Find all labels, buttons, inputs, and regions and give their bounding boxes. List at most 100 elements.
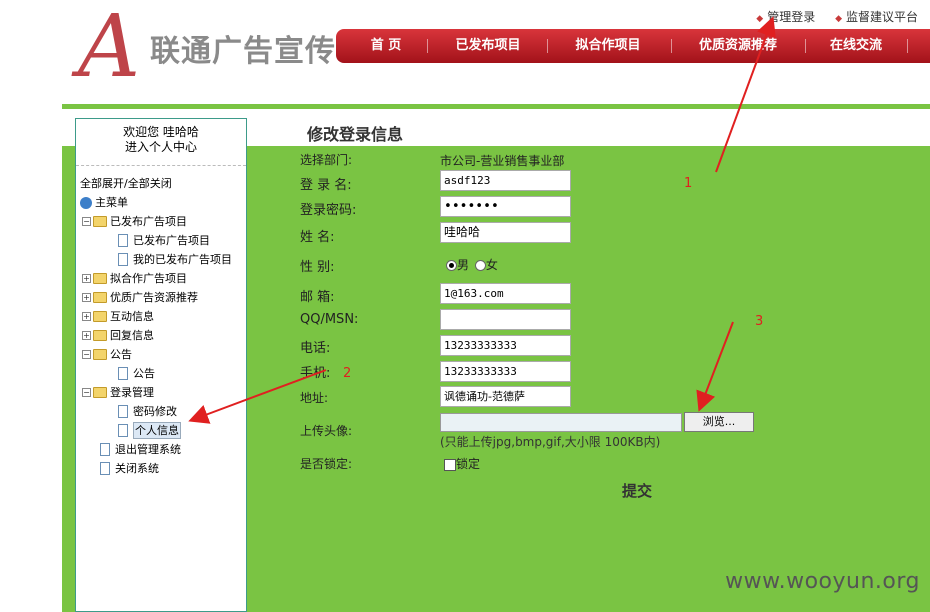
nav-divider: [907, 39, 908, 53]
username-field[interactable]: asdf123: [440, 170, 571, 191]
gender-male-label: 男: [457, 258, 470, 272]
nav-resources[interactable]: 优质资源推荐: [682, 29, 794, 63]
department-label: 选择部门:: [300, 153, 353, 167]
expand-collapse-toggle[interactable]: 全部展开/全部关闭: [80, 174, 246, 193]
site-logo: A 联通广告宣传: [78, 2, 338, 92]
phone-label: 电话:: [300, 341, 331, 356]
tree-root[interactable]: 主菜单: [80, 193, 246, 212]
sidebar-item-logout[interactable]: 退出管理系统: [80, 440, 246, 459]
sidebar-item-change-password[interactable]: 密码修改: [80, 402, 246, 421]
sidebar-item-announcement[interactable]: 公告: [80, 364, 246, 383]
password-field[interactable]: •••••••: [440, 196, 571, 217]
globe-icon: [80, 196, 92, 209]
sidebar-item-replies[interactable]: + 回复信息: [80, 326, 246, 345]
watermark: www.wooyun.org: [725, 569, 920, 594]
avatar-label: 上传头像:: [300, 424, 353, 438]
sidebar-item-my-published-ads[interactable]: 我的已发布广告项目: [80, 250, 246, 269]
annotation-2: 2: [343, 366, 352, 381]
nav-divider: [547, 39, 548, 53]
sidebar-item-login-management[interactable]: − 登录管理: [80, 383, 246, 402]
annotation-1: 1: [684, 176, 693, 191]
mobile-label: 手机:: [300, 366, 331, 381]
sidebar-item-published-ads-list[interactable]: 已发布广告项目: [80, 231, 246, 250]
sidebar-item-close-system[interactable]: 关闭系统: [80, 459, 246, 478]
mobile-field[interactable]: 13233333333: [440, 361, 571, 382]
gender-male-radio[interactable]: [446, 260, 457, 271]
page-title: 修改登录信息: [307, 125, 404, 144]
avatar-file-path[interactable]: [440, 413, 682, 432]
nav-divider: [427, 39, 428, 53]
gender-group: 男 女: [446, 256, 498, 273]
page-icon: [100, 443, 110, 456]
folder-open-icon: [93, 387, 107, 398]
page-icon: [100, 462, 110, 475]
nav-cooperation[interactable]: 拟合作项目: [558, 29, 658, 63]
folder-icon: [93, 330, 107, 341]
department-value: 市公司-营业销售事业部: [440, 154, 565, 168]
email-label: 邮 箱:: [300, 290, 335, 305]
nav-home[interactable]: 首 页: [350, 29, 422, 63]
minus-icon: −: [82, 388, 91, 397]
lock-label: 是否锁定:: [300, 457, 353, 471]
minus-icon: −: [82, 217, 91, 226]
nav-published[interactable]: 已发布项目: [440, 29, 536, 63]
sidebar-item-published-ads[interactable]: − 已发布广告项目: [80, 212, 246, 231]
menu-tree: 全部展开/全部关闭 主菜单 − 已发布广告项目 已发布广告项目 我的已发布广告项目…: [76, 174, 246, 478]
nav-divider: [805, 39, 806, 53]
logo-text: 联通广告宣传: [150, 34, 336, 69]
address-label: 地址:: [300, 391, 329, 405]
sidebar-item-cooperation-ads[interactable]: + 拟合作广告项目: [80, 269, 246, 288]
logo-letter: A: [78, 0, 141, 97]
page-icon: [118, 234, 128, 247]
password-label: 登录密码:: [300, 203, 357, 218]
gender-female-radio[interactable]: [474, 260, 486, 271]
lock-checkbox[interactable]: [444, 458, 456, 471]
personal-center-link[interactable]: 进入个人中心: [76, 140, 246, 155]
bullet-icon: ◆: [835, 14, 842, 24]
name-label: 姓 名:: [300, 230, 335, 245]
gender-label: 性 别:: [300, 260, 335, 275]
sidebar-item-quality-resources[interactable]: + 优质广告资源推荐: [80, 288, 246, 307]
page-icon: [118, 424, 128, 437]
username-label: 登 录 名:: [300, 178, 352, 193]
nav-online-chat[interactable]: 在线交流: [816, 29, 896, 63]
folder-open-icon: [93, 216, 107, 227]
admin-login-link[interactable]: ◆ 管理登录: [756, 10, 815, 24]
welcome-block: 欢迎您 哇哈哈 进入个人中心: [76, 125, 246, 155]
sidebar-divider: [76, 165, 246, 166]
qq-label: QQ/MSN:: [300, 312, 359, 327]
gender-female-label: 女: [485, 258, 498, 272]
lock-checkbox-label: 锁定: [456, 457, 481, 471]
page-icon: [118, 405, 128, 418]
avatar-hint: (只能上传jpg,bmp,gif,大小限 100KB内): [440, 435, 661, 449]
phone-field[interactable]: 13233333333: [440, 335, 571, 356]
browse-button[interactable]: 浏览...: [684, 412, 754, 432]
plus-icon: +: [82, 331, 91, 340]
minus-icon: −: [82, 350, 91, 359]
annotation-3: 3: [755, 314, 764, 329]
lock-group: 锁定: [444, 455, 480, 472]
plus-icon: +: [82, 312, 91, 321]
header-divider: [62, 104, 930, 109]
sidebar-item-announcements[interactable]: − 公告: [80, 345, 246, 364]
sidebar-item-interaction[interactable]: + 互动信息: [80, 307, 246, 326]
bullet-icon: ◆: [756, 14, 764, 24]
plus-icon: +: [82, 274, 91, 283]
folder-icon: [93, 273, 107, 284]
top-links: ◆ 管理登录 ◆ 监督建议平台: [740, 8, 918, 25]
page-icon: [118, 253, 128, 266]
qq-field[interactable]: [440, 309, 571, 330]
folder-icon: [93, 311, 107, 322]
feedback-platform-link[interactable]: ◆ 监督建议平台: [835, 10, 918, 24]
page-icon: [118, 367, 128, 380]
name-field[interactable]: 哇哈哈: [440, 222, 571, 243]
email-field[interactable]: 1@163.com: [440, 283, 571, 304]
sidebar-item-personal-info[interactable]: 个人信息: [80, 421, 246, 440]
folder-icon: [93, 292, 107, 303]
address-field[interactable]: 讽德诵功-范德萨: [440, 386, 571, 407]
main-nav: 首 页 已发布项目 拟合作项目 优质资源推荐 在线交流: [336, 29, 930, 63]
folder-open-icon: [93, 349, 107, 360]
welcome-user: 欢迎您 哇哈哈: [123, 125, 199, 139]
nav-divider: [671, 39, 672, 53]
submit-button[interactable]: 提交: [622, 480, 652, 501]
